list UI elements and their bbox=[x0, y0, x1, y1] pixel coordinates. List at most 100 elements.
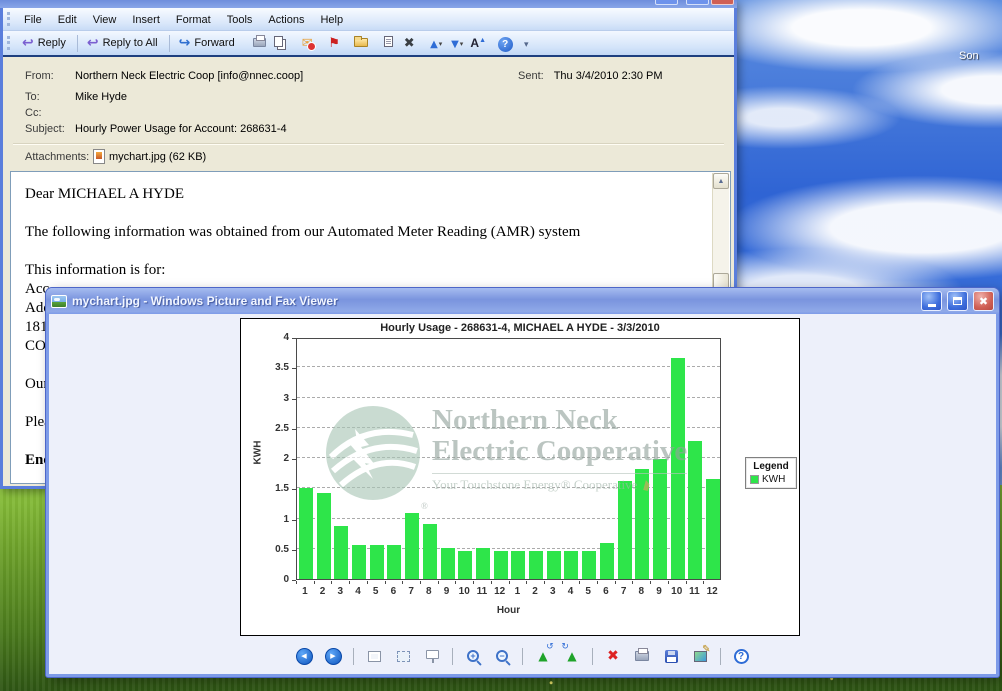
email-body-line bbox=[25, 204, 706, 223]
x-tick-mark bbox=[349, 581, 350, 584]
rotate-ccw-icon[interactable]: ▲ bbox=[532, 646, 554, 666]
x-tick-mark bbox=[296, 581, 297, 584]
menu-view[interactable]: View bbox=[85, 11, 125, 29]
separator bbox=[452, 648, 453, 665]
separator bbox=[353, 648, 354, 665]
subject-label: Subject: bbox=[25, 123, 75, 135]
chart-plot-area bbox=[296, 338, 721, 580]
x-tick-label: 7 bbox=[615, 586, 633, 597]
delete-icon[interactable]: ✖ bbox=[399, 33, 420, 54]
bar bbox=[600, 543, 614, 579]
edit-icon[interactable] bbox=[689, 646, 711, 666]
x-tick-label: 5 bbox=[367, 586, 385, 597]
create-rule-icon[interactable] bbox=[378, 31, 399, 52]
attachment-name[interactable]: mychart.jpg (62 KB) bbox=[109, 151, 206, 163]
menu-insert[interactable]: Insert bbox=[124, 11, 168, 29]
save-icon[interactable] bbox=[660, 646, 682, 666]
bar bbox=[511, 551, 525, 579]
zoom-out-icon[interactable]: − bbox=[491, 646, 513, 666]
delete-icon[interactable]: ✖ bbox=[602, 646, 624, 666]
menu-edit[interactable]: Edit bbox=[50, 11, 85, 29]
junk-mail-icon[interactable]: ✉ bbox=[297, 33, 318, 54]
minimize-button[interactable] bbox=[921, 291, 942, 311]
x-tick-mark bbox=[686, 581, 687, 584]
next-item-icon[interactable]: ▼▾ bbox=[447, 34, 468, 55]
x-tick-label: 2 bbox=[526, 586, 544, 597]
bar bbox=[688, 441, 702, 579]
y-tick-label: 3.5 bbox=[249, 362, 289, 373]
email-header-pane: From: Northern Neck Electric Coop [info@… bbox=[3, 59, 734, 171]
print-icon[interactable] bbox=[249, 32, 270, 53]
maximize-button[interactable] bbox=[947, 291, 968, 311]
font-size-icon[interactable]: A▲ bbox=[468, 32, 489, 53]
help-icon[interactable]: ? bbox=[730, 646, 752, 666]
previous-item-icon[interactable]: ▲▾ bbox=[426, 34, 447, 55]
previous-image-icon[interactable]: ◀ bbox=[293, 646, 315, 666]
menu-tools[interactable]: Tools bbox=[219, 11, 261, 29]
zoom-in-icon[interactable]: + bbox=[462, 646, 484, 666]
scroll-up-button[interactable]: ▲ bbox=[713, 173, 729, 189]
x-tick-mark bbox=[331, 581, 332, 584]
x-tick-mark bbox=[615, 581, 616, 584]
toolbar-grip[interactable] bbox=[7, 36, 12, 50]
rotate-cw-icon[interactable]: ▲ bbox=[561, 646, 583, 666]
y-axis-title: KWH bbox=[253, 431, 264, 475]
maximize-button[interactable] bbox=[686, 0, 709, 5]
reply-to-all-button[interactable]: ↩ Reply to All bbox=[83, 34, 164, 52]
reply-label: Reply bbox=[38, 37, 66, 49]
menu-file[interactable]: File bbox=[16, 11, 50, 29]
bar bbox=[405, 513, 419, 579]
help-icon[interactable]: ? bbox=[495, 34, 516, 55]
slideshow-icon[interactable] bbox=[421, 646, 443, 666]
toolbar-options-icon[interactable]: ▾ bbox=[516, 35, 537, 56]
best-fit-icon[interactable] bbox=[363, 646, 385, 666]
x-tick-mark bbox=[597, 581, 598, 584]
x-tick-label: 12 bbox=[703, 586, 721, 597]
viewer-title: mychart.jpg - Windows Picture and Fax Vi… bbox=[72, 294, 916, 308]
move-to-folder-icon[interactable] bbox=[351, 32, 372, 53]
minimize-button[interactable] bbox=[655, 0, 678, 5]
bar bbox=[706, 479, 720, 579]
viewer-client-area: Hourly Usage - 268631-4, MICHAEL A HYDE … bbox=[49, 314, 996, 674]
separator bbox=[592, 648, 593, 665]
flag-icon[interactable]: ⚑ bbox=[324, 33, 345, 54]
viewer-titlebar[interactable]: mychart.jpg - Windows Picture and Fax Vi… bbox=[46, 288, 999, 314]
bar bbox=[370, 545, 384, 579]
legend-entry: KWH bbox=[750, 474, 792, 485]
y-tick-mark bbox=[292, 550, 296, 551]
x-tick-mark bbox=[668, 581, 669, 584]
y-tick-mark bbox=[292, 489, 296, 490]
menu-help[interactable]: Help bbox=[312, 11, 351, 29]
copy-icon[interactable] bbox=[270, 32, 291, 53]
to-row: To: Mike Hyde bbox=[25, 91, 127, 103]
actual-size-icon[interactable] bbox=[392, 646, 414, 666]
y-tick-mark bbox=[292, 338, 296, 339]
close-button[interactable]: ✖ bbox=[973, 291, 994, 311]
x-tick-label: 7 bbox=[402, 586, 420, 597]
bar bbox=[582, 551, 596, 579]
print-icon[interactable] bbox=[631, 646, 653, 666]
reply-all-icon: ↩ bbox=[87, 36, 99, 50]
x-tick-mark bbox=[632, 581, 633, 584]
reply-button[interactable]: ↩ Reply bbox=[18, 34, 72, 52]
attachment-file-icon[interactable] bbox=[93, 149, 105, 164]
close-button[interactable] bbox=[711, 0, 734, 5]
to-label: To: bbox=[25, 91, 75, 103]
menubar-grip[interactable] bbox=[7, 12, 12, 26]
x-tick-label: 1 bbox=[296, 586, 314, 597]
email-body-line: Dear MICHAEL A HYDE bbox=[25, 185, 706, 204]
next-image-icon[interactable]: ▶ bbox=[322, 646, 344, 666]
email-titlebar-clipped[interactable] bbox=[0, 0, 737, 8]
x-tick-label: 8 bbox=[632, 586, 650, 597]
forward-label: Forward bbox=[194, 37, 234, 49]
x-tick-label: 1 bbox=[508, 586, 526, 597]
menu-actions[interactable]: Actions bbox=[260, 11, 312, 29]
y-tick-label: 4 bbox=[249, 332, 289, 343]
desktop-icon-label-partial[interactable]: Son bbox=[959, 50, 979, 62]
menu-format[interactable]: Format bbox=[168, 11, 219, 29]
x-tick-label: 8 bbox=[420, 586, 438, 597]
x-tick-mark bbox=[562, 581, 563, 584]
bar bbox=[635, 469, 649, 579]
forward-button[interactable]: ↪ Forward bbox=[175, 34, 241, 52]
to-value: Mike Hyde bbox=[75, 91, 127, 103]
